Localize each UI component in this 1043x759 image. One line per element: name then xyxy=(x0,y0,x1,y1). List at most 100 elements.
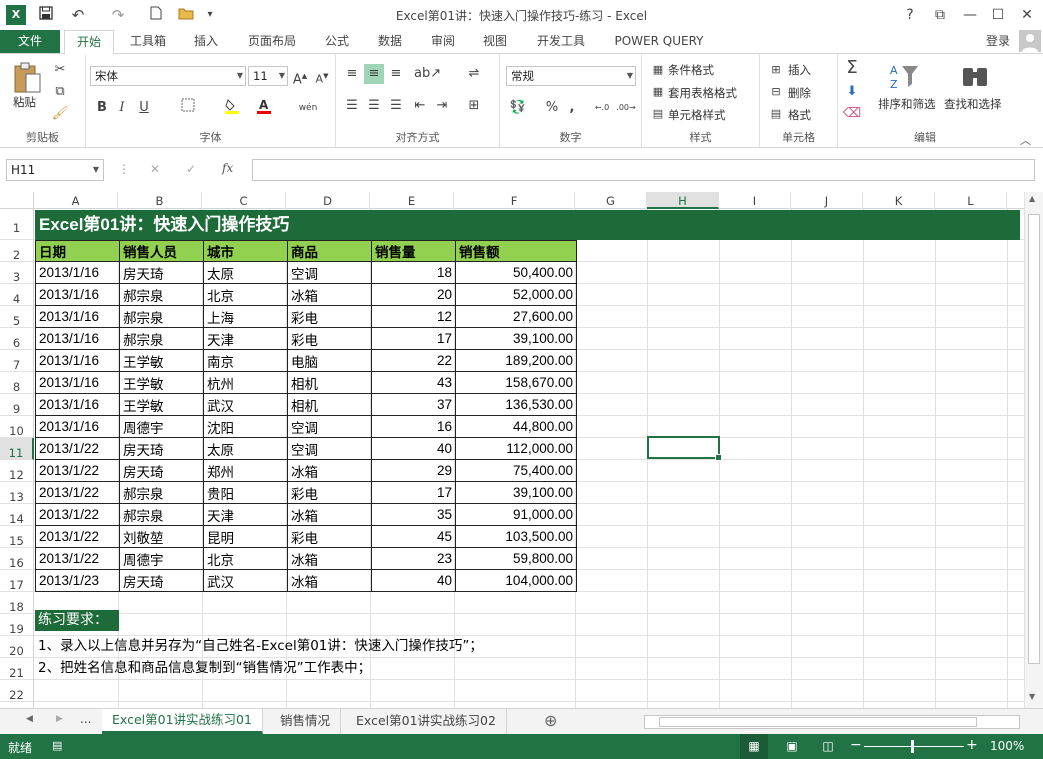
next-sheet-icon[interactable]: ▶ xyxy=(56,714,63,724)
requirement-1[interactable]: 1、录入以上信息并另存为“自己姓名-Excel第01讲：快速入门操作技巧”； xyxy=(38,634,483,654)
row-header[interactable]: 18 xyxy=(0,592,34,614)
table-cell[interactable]: 27,600.00 xyxy=(455,305,577,328)
table-cell[interactable]: 189,200.00 xyxy=(455,349,577,372)
table-cell[interactable]: 房天琦 xyxy=(119,437,204,460)
table-cell[interactable]: 空调 xyxy=(287,437,372,460)
scroll-down-icon[interactable]: ▼ xyxy=(1029,692,1035,701)
row-header[interactable]: 7 xyxy=(0,350,34,372)
select-all-corner[interactable] xyxy=(0,192,34,209)
decrease-font-icon[interactable]: A▼ xyxy=(312,66,332,86)
table-cell[interactable]: 37 xyxy=(371,393,456,416)
format-cells-button[interactable]: 格式 xyxy=(788,107,811,123)
font-size-select[interactable]: 11 ▼ xyxy=(248,66,288,86)
tab-power-query[interactable]: POWER QUERY xyxy=(608,30,710,54)
accounting-format-icon[interactable]: 💱 xyxy=(508,98,528,118)
zoom-in-button[interactable]: + xyxy=(966,737,978,753)
minimize-button[interactable]: — xyxy=(958,5,982,25)
table-cell[interactable]: 彩电 xyxy=(287,327,372,350)
table-cell[interactable]: 武汉 xyxy=(203,569,288,592)
table-cell[interactable]: 12 xyxy=(371,305,456,328)
decrease-indent-icon[interactable]: ⇤ xyxy=(410,96,430,116)
table-cell[interactable]: 35 xyxy=(371,503,456,526)
maximize-button[interactable]: ☐ xyxy=(986,5,1010,25)
table-cell[interactable]: 50,400.00 xyxy=(455,261,577,284)
table-cell[interactable]: 39,100.00 xyxy=(455,481,577,504)
table-cell[interactable]: 136,530.00 xyxy=(455,393,577,416)
column-header[interactable]: B xyxy=(118,192,202,209)
table-cell[interactable]: 112,000.00 xyxy=(455,437,577,460)
column-header-selected[interactable]: H xyxy=(647,192,719,209)
table-cell[interactable]: 太原 xyxy=(203,261,288,284)
decrease-decimal-icon[interactable]: .00→ xyxy=(616,98,636,118)
table-cell[interactable]: 20 xyxy=(371,283,456,306)
increase-decimal-icon[interactable]: ←.0 xyxy=(592,98,612,118)
new-file-icon[interactable] xyxy=(146,5,166,25)
number-format-select[interactable]: 常规 ▼ xyxy=(506,66,636,86)
phonetic-icon[interactable]: wén xyxy=(298,98,318,118)
table-cell[interactable]: 2013/1/22 xyxy=(35,547,120,570)
header-cell[interactable]: 销售额 xyxy=(455,240,577,262)
column-header[interactable]: J xyxy=(791,192,863,209)
row-header[interactable]: 4 xyxy=(0,284,34,306)
header-cell[interactable]: 日期 xyxy=(35,240,120,262)
table-cell[interactable]: 2013/1/16 xyxy=(35,371,120,394)
table-cell[interactable]: 2013/1/22 xyxy=(35,525,120,548)
conditional-format-button[interactable]: 条件格式 xyxy=(668,62,714,78)
clear-icon[interactable]: ⌫ xyxy=(842,104,862,124)
vertical-scrollbar[interactable]: ▲ ▼ xyxy=(1024,192,1043,708)
help-button[interactable]: ? xyxy=(898,5,922,25)
tab-file[interactable]: 文件 xyxy=(0,30,60,54)
row-header[interactable]: 9 xyxy=(0,394,34,416)
wrap-text-icon[interactable]: ⇌ xyxy=(464,64,484,84)
row-header[interactable]: 3 xyxy=(0,262,34,284)
table-cell[interactable]: 2013/1/22 xyxy=(35,481,120,504)
table-cell[interactable]: 40 xyxy=(371,437,456,460)
table-cell[interactable]: 周德宇 xyxy=(119,547,204,570)
table-cell[interactable]: 郑州 xyxy=(203,459,288,482)
table-cell[interactable]: 2013/1/22 xyxy=(35,459,120,482)
table-cell[interactable]: 天津 xyxy=(203,327,288,350)
worksheet-grid[interactable]: A B C D E F G H I J K L 1 2 3 4 5 6 7 8 9 10 11 12 1… xyxy=(0,192,1024,708)
zoom-slider-track[interactable] xyxy=(864,746,964,747)
table-cell[interactable]: 29 xyxy=(371,459,456,482)
close-button[interactable]: ✕ xyxy=(1015,5,1039,25)
table-cell[interactable]: 房天琦 xyxy=(119,261,204,284)
insert-function-icon[interactable]: fx xyxy=(222,161,233,175)
table-cell[interactable]: 相机 xyxy=(287,393,372,416)
zoom-out-button[interactable]: − xyxy=(850,737,862,753)
sheet-tab[interactable]: 销售情况 xyxy=(270,709,342,734)
active-cell-h11[interactable] xyxy=(647,436,722,461)
table-cell[interactable]: 2013/1/16 xyxy=(35,327,120,350)
row-header[interactable]: 19 xyxy=(0,614,34,636)
table-cell[interactable]: 冰箱 xyxy=(287,459,372,482)
table-cell[interactable]: 39,100.00 xyxy=(455,327,577,350)
table-cell[interactable]: 16 xyxy=(371,415,456,438)
row-header[interactable]: 16 xyxy=(0,548,34,570)
table-cell[interactable]: 周德宇 xyxy=(119,415,204,438)
tab-toolbox[interactable]: 工具箱 xyxy=(122,30,174,54)
zoom-level[interactable]: 100% xyxy=(990,739,1024,753)
table-cell[interactable]: 房天琦 xyxy=(119,459,204,482)
font-name-select[interactable]: 宋体 ▼ xyxy=(90,66,246,86)
table-cell[interactable]: 南京 xyxy=(203,349,288,372)
table-cell[interactable]: 103,500.00 xyxy=(455,525,577,548)
sort-filter-button[interactable]: 排序和筛选 xyxy=(878,96,936,112)
table-cell[interactable]: 2013/1/16 xyxy=(35,261,120,284)
tab-developer[interactable]: 开发工具 xyxy=(528,30,594,54)
table-cell[interactable]: 昆明 xyxy=(203,525,288,548)
header-cell[interactable]: 商品 xyxy=(287,240,372,262)
cut-icon[interactable]: ✂ xyxy=(50,60,70,80)
insert-cells-button[interactable]: 插入 xyxy=(788,62,811,78)
prev-sheet-icon[interactable]: ◀ xyxy=(26,714,33,724)
binoculars-icon[interactable] xyxy=(960,62,990,92)
tab-formulas[interactable]: 公式 xyxy=(316,30,358,54)
table-cell[interactable]: 郝宗泉 xyxy=(119,327,204,350)
table-cell[interactable]: 贵阳 xyxy=(203,481,288,504)
italic-button[interactable]: I xyxy=(112,98,132,118)
table-cell[interactable]: 17 xyxy=(371,327,456,350)
paste-button[interactable]: 粘贴 xyxy=(13,94,36,110)
percent-button[interactable]: % xyxy=(542,98,562,118)
table-cell[interactable]: 2013/1/16 xyxy=(35,283,120,306)
table-cell[interactable]: 彩电 xyxy=(287,305,372,328)
fill-color-icon[interactable] xyxy=(222,98,242,118)
